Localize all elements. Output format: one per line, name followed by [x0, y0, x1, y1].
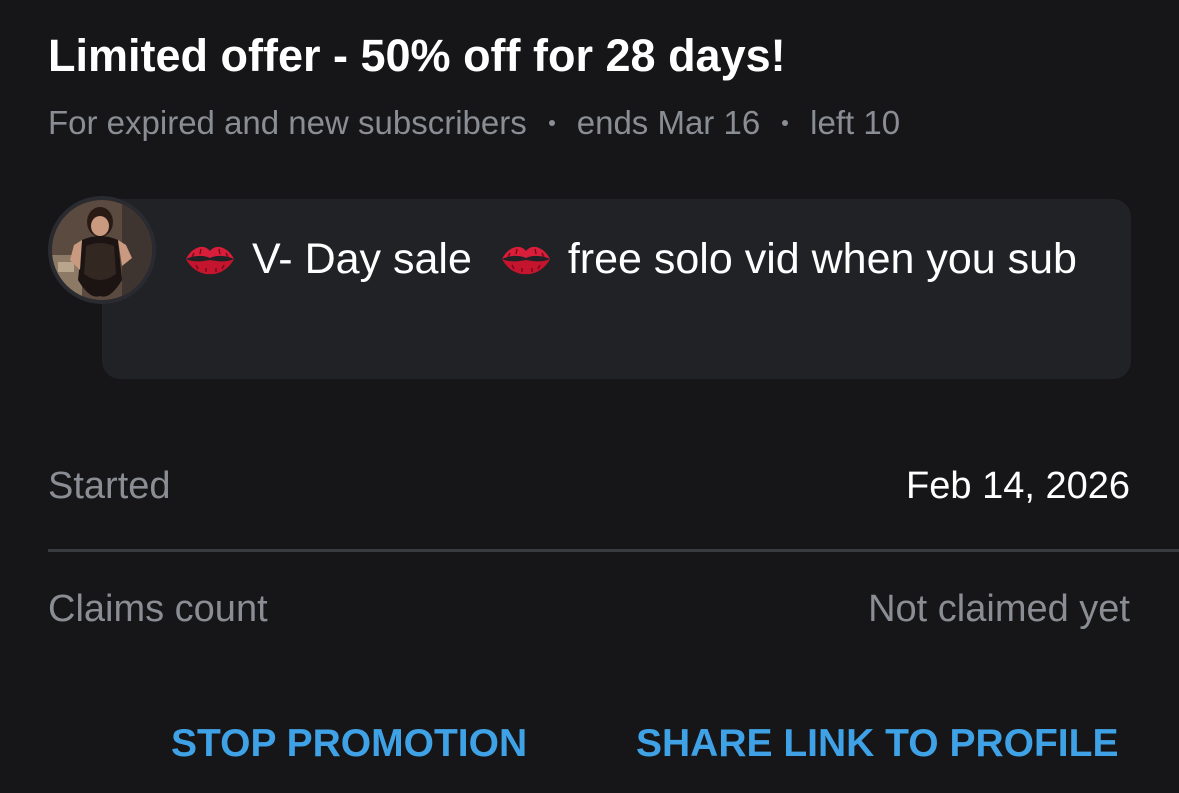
- promo-message: V- Day sale free solo vid when you sub: [48, 196, 1131, 380]
- message-text: V- Day sale free solo vid when you sub: [182, 223, 1091, 295]
- separator-dot: [548, 120, 555, 126]
- profile-photo-icon: [52, 200, 152, 300]
- separator-dot: [782, 120, 789, 126]
- kiss-mark-icon: [186, 246, 234, 275]
- promo-end-date: ends Mar 16: [576, 104, 761, 141]
- message-text-part2: free solo vid when you sub: [567, 235, 1077, 283]
- message-bubble: V- Day sale free solo vid when you sub: [102, 199, 1131, 379]
- started-label: Started: [48, 465, 171, 507]
- claims-value: Not claimed yet: [868, 588, 1130, 630]
- claims-row: Claims count Not claimed yet: [48, 588, 1130, 631]
- promo-meta: For expired and new subscribers ends Mar…: [48, 104, 900, 142]
- stop-promotion-button[interactable]: STOP PROMOTION: [171, 722, 527, 766]
- avatar[interactable]: [48, 196, 156, 304]
- started-value: Feb 14, 2026: [906, 465, 1130, 507]
- divider: [48, 549, 1179, 552]
- share-link-button[interactable]: SHARE LINK TO PROFILE: [636, 722, 1118, 766]
- message-text-part1: V- Day sale: [252, 235, 472, 283]
- promo-audience: For expired and new subscribers: [48, 104, 527, 141]
- started-row: Started Feb 14, 2026: [48, 465, 1130, 508]
- claims-label: Claims count: [48, 588, 268, 630]
- kiss-mark-icon: [501, 246, 550, 275]
- promo-title: Limited offer - 50% off for 28 days!: [48, 30, 786, 81]
- promo-remaining: left 10: [810, 104, 901, 141]
